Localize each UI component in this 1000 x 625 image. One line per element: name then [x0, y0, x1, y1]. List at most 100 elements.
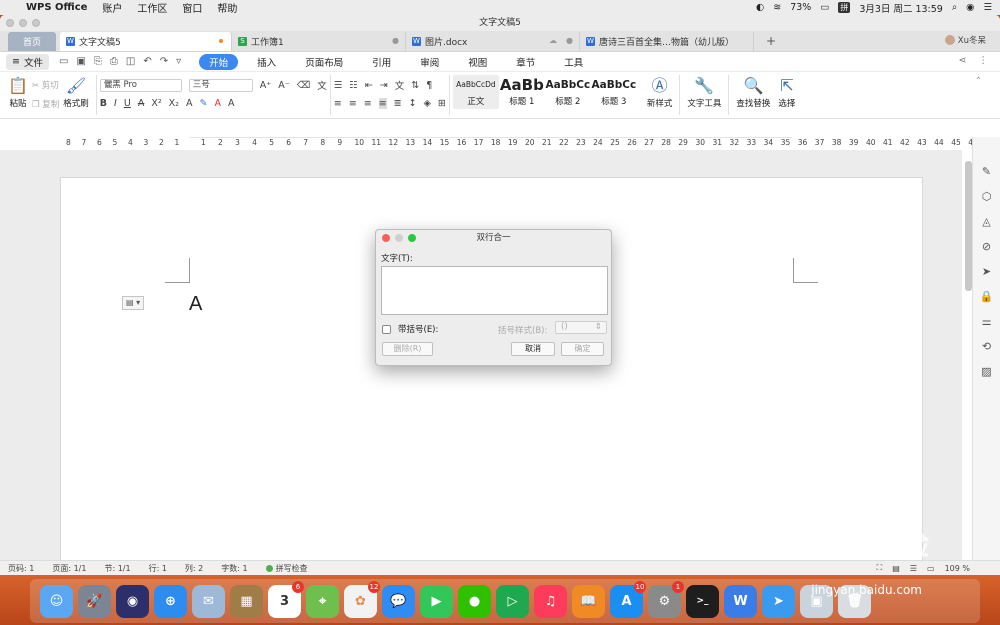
spellcheck-toggle[interactable]: 拼写检查 [265, 563, 308, 574]
align-right-icon[interactable]: ≡ [364, 98, 372, 109]
text-input[interactable] [381, 266, 608, 315]
font-color-icon[interactable]: A [214, 98, 221, 109]
tab-docx[interactable]: W 图片.docx ☁ ● [406, 32, 580, 51]
app-menu[interactable]: WPS Office [26, 2, 87, 13]
page-view-icon[interactable]: ▤ [892, 564, 900, 573]
compass-icon[interactable]: ⊘ [982, 240, 991, 253]
settings-sliders-icon[interactable]: ⚌ [982, 315, 992, 328]
chinese-layout-icon[interactable]: 文 [395, 78, 405, 92]
redo-icon[interactable]: ↷ [160, 56, 168, 67]
font-size-select[interactable]: 三号 [188, 78, 253, 92]
tab-doc-active[interactable]: W 文字文稿5 [60, 32, 232, 51]
export-icon[interactable]: ⎘ [94, 56, 102, 67]
select-button[interactable]: ⇱ 选择 [774, 75, 799, 109]
phonetic-icon[interactable]: 文 [317, 78, 327, 92]
wps-icon[interactable]: W [724, 584, 757, 618]
zoom-level[interactable]: 109 % [945, 564, 970, 573]
bracket-style-select[interactable]: () ⇕ [555, 321, 607, 334]
music-icon[interactable]: ♫ [534, 584, 567, 618]
web-view-icon[interactable]: ▭ [927, 564, 935, 573]
outline-view-icon[interactable]: ☰ [910, 564, 917, 573]
underline-icon[interactable]: U [124, 98, 131, 109]
print-icon[interactable]: ⎙ [110, 56, 118, 67]
zoom-window-button[interactable] [32, 19, 40, 27]
tab-home[interactable]: 首页 [8, 32, 56, 51]
paste-options-icon[interactable]: ▤ ▾ [122, 296, 144, 310]
pen-icon[interactable]: ✎ [982, 165, 991, 178]
sort-icon[interactable]: ⇅ [411, 80, 419, 91]
decrease-indent-icon[interactable]: ⇤ [365, 80, 373, 91]
shrink-font-icon[interactable]: A⁻ [278, 80, 290, 91]
tab-chapter[interactable]: 章节 [506, 54, 545, 70]
menu-window[interactable]: 窗口 [182, 0, 202, 15]
tab-start[interactable]: 开始 [199, 53, 239, 70]
safari-icon[interactable]: ⊕ [154, 584, 187, 618]
menu-workspace[interactable]: 工作区 [137, 0, 167, 15]
pointer-icon[interactable]: ➤ [982, 265, 991, 278]
more-icon[interactable]: ⋮ [979, 55, 989, 66]
show-marks-icon[interactable]: ¶ [426, 80, 432, 91]
text-tools-button[interactable]: 🔧 文字工具 [683, 75, 725, 109]
paint-icon[interactable]: ◬ [982, 215, 990, 228]
vertical-scrollbar[interactable] [965, 161, 972, 291]
send-icon[interactable]: ➤ [762, 584, 795, 618]
close-tab-icon[interactable]: ● [566, 36, 573, 45]
new-style-button[interactable]: Ⓐ 新样式 [643, 75, 677, 109]
cut-button[interactable]: ✂ 剪切 [32, 79, 59, 91]
siri-icon[interactable]: ◉ [116, 584, 149, 618]
delete-button[interactable]: 删除(R) [382, 342, 433, 356]
spotlight-icon[interactable]: ⌕ [952, 2, 957, 13]
subscript-icon[interactable]: X₂ [169, 98, 179, 109]
launchpad-icon[interactable]: 🚀 [78, 584, 111, 618]
tab-tools[interactable]: 工具 [554, 54, 593, 70]
books-icon[interactable]: 📖 [572, 584, 605, 618]
battery-icon[interactable]: ▭ [820, 2, 829, 13]
style-heading-1[interactable]: AaBb 标题 1 [499, 75, 545, 109]
bullets-icon[interactable]: ☰ [334, 80, 343, 91]
history-icon[interactable]: ⟲ [982, 340, 991, 353]
close-tab-icon[interactable]: ● [392, 36, 399, 45]
contacts-icon[interactable]: ▦ [230, 584, 263, 618]
text-effect-icon[interactable]: A [186, 98, 193, 109]
clear-format-icon[interactable]: ⌫ [297, 80, 310, 91]
cancel-button[interactable]: 取消 [511, 342, 555, 356]
line-spacing-icon[interactable]: ↕ [409, 98, 417, 109]
menu-account[interactable]: 账户 [102, 0, 122, 15]
calendar-icon[interactable]: 3 6 [268, 580, 304, 618]
font-name-select[interactable]: 儷黑 Pro [99, 78, 182, 92]
tab-poems[interactable]: W 唐诗三百首全集…物篇（幼儿版） [580, 32, 754, 51]
tab-insert[interactable]: 插入 [247, 54, 286, 70]
maps-icon[interactable]: ⌖ [306, 584, 339, 618]
shapes-icon[interactable]: ⬡ [982, 190, 992, 203]
photos-icon[interactable]: ✿ 12 [344, 580, 380, 618]
shading-icon[interactable]: ◈ [424, 98, 431, 109]
style-normal[interactable]: AaBbCcDd 正文 [452, 75, 499, 109]
collapse-ribbon-icon[interactable]: ⌃ [975, 76, 982, 86]
tab-review[interactable]: 审阅 [410, 54, 449, 70]
border-icon[interactable]: ⊞ [438, 98, 446, 109]
menu-help[interactable]: 帮助 [217, 0, 237, 15]
open-folder-icon[interactable]: ▭ [59, 56, 68, 67]
style-heading-2[interactable]: AaBbCc 标题 2 [545, 75, 591, 109]
wifi-icon[interactable]: ≋ [773, 2, 781, 13]
bold-icon[interactable]: B [100, 98, 107, 109]
new-tab-button[interactable]: + [754, 32, 788, 51]
tab-references[interactable]: 引用 [362, 54, 401, 70]
battery-percent[interactable]: 73% [790, 2, 811, 13]
find-replace-button[interactable]: 🔍 查找替换 [732, 75, 774, 109]
dialog-close-button[interactable] [382, 234, 390, 242]
undo-icon[interactable]: ↶ [143, 56, 151, 67]
copy-button[interactable]: ❐ 复制 [32, 98, 59, 110]
increase-indent-icon[interactable]: ⇥ [380, 80, 388, 91]
file-menu-button[interactable]: ≡ 文件 [6, 53, 49, 70]
highlight-icon[interactable]: ✎ [199, 98, 207, 109]
appstore-icon[interactable]: A 10 [610, 580, 646, 618]
tab-spreadsheet[interactable]: S 工作簿1 ● [232, 32, 406, 51]
numbering-icon[interactable]: ☷ [349, 80, 358, 91]
clock[interactable]: 3月3日 周二 13:59 [859, 1, 943, 15]
format-painter-button[interactable]: 🖌 格式刷 [59, 75, 93, 109]
share-icon[interactable]: ⋖ [959, 55, 967, 66]
image-icon[interactable]: ▨ [981, 365, 991, 378]
close-window-button[interactable] [6, 19, 14, 27]
ok-button[interactable]: 确定 [561, 342, 604, 356]
